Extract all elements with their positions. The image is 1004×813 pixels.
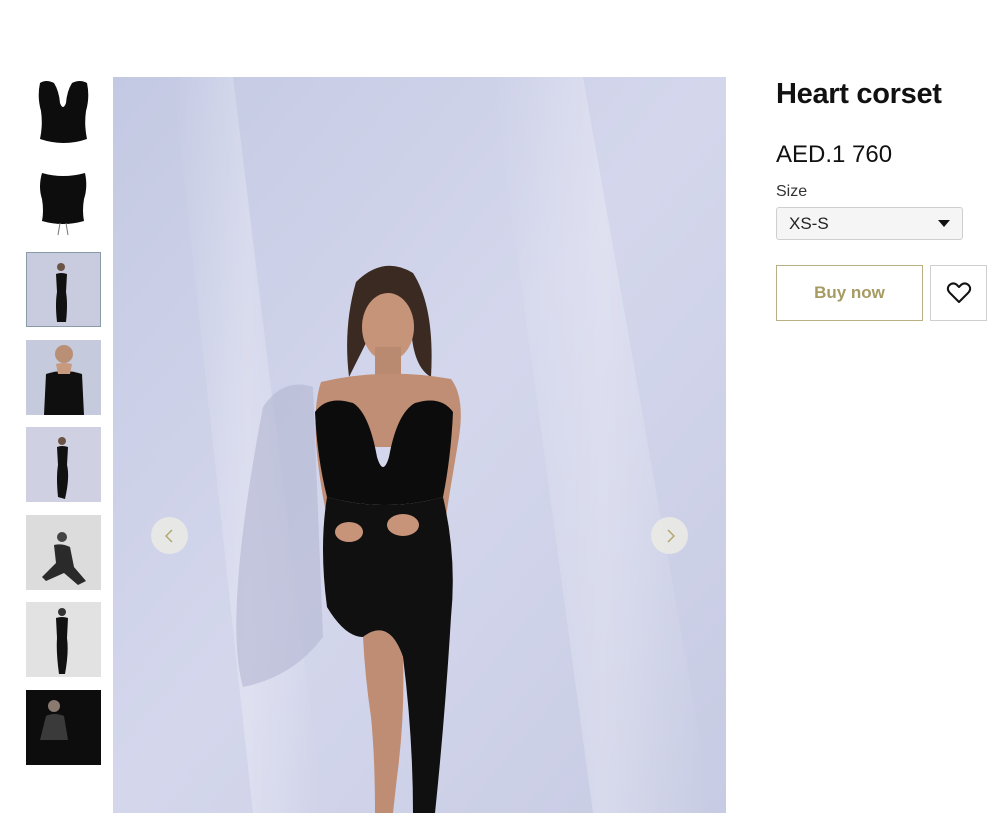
thumbnail-corset-front[interactable]	[26, 77, 101, 152]
product-price: AED.1 760	[776, 141, 893, 168]
buy-now-button[interactable]: Buy now	[776, 265, 923, 321]
product-title: Heart corset	[776, 78, 942, 110]
heart-icon	[946, 282, 971, 303]
model-photo	[113, 77, 726, 813]
thumbnail-model-leaning[interactable]	[26, 427, 101, 502]
main-product-image	[113, 77, 726, 813]
chevron-left-icon	[164, 528, 173, 543]
thumbnail-model-seated-bw[interactable]	[26, 514, 101, 590]
thumbnail-model-bw-pose[interactable]	[26, 602, 101, 677]
thumbnail-list	[26, 77, 101, 777]
thumbnail-corset-back[interactable]	[26, 164, 101, 240]
chevron-right-icon	[666, 528, 675, 543]
size-label: Size	[776, 183, 808, 200]
product-actions: Buy now	[776, 265, 991, 321]
size-selected-value: XS-S	[789, 213, 829, 233]
caret-down-icon	[938, 220, 950, 227]
gallery-prev-button[interactable]	[151, 517, 188, 554]
thumbnail-model-closeup[interactable]	[26, 339, 101, 415]
size-select[interactable]: XS-S	[776, 207, 963, 240]
gallery-next-button[interactable]	[651, 517, 688, 554]
thumbnail-model-dark[interactable]	[26, 689, 101, 765]
thumbnail-model-standing[interactable]	[26, 252, 101, 327]
product-info: Heart corset AED.1 760 Size XS-S Buy now	[776, 78, 991, 321]
wishlist-button[interactable]	[930, 265, 987, 321]
